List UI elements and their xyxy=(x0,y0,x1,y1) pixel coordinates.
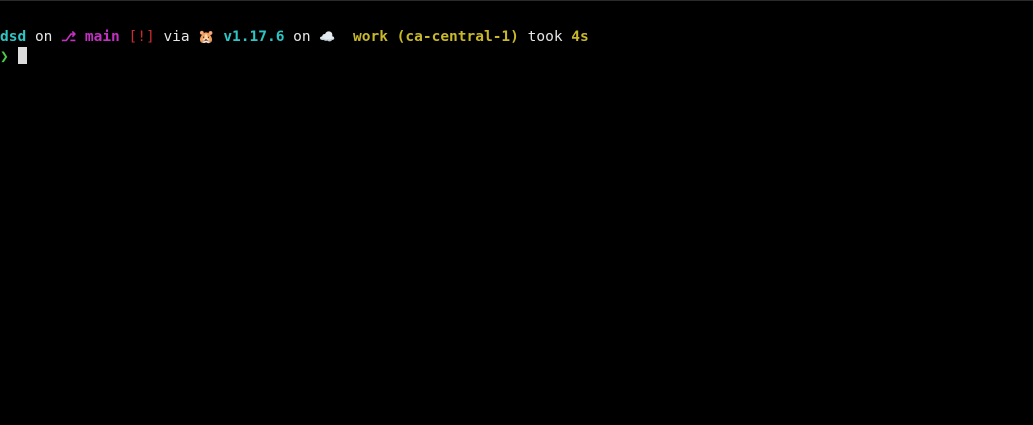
aws-profile: work (ca-central-1) xyxy=(353,29,519,45)
via-text: via xyxy=(163,29,190,45)
text-cursor[interactable] xyxy=(18,47,28,64)
go-gopher-icon: 🐹 xyxy=(198,30,215,45)
cloud-icon: ☁️ xyxy=(319,30,336,45)
git-branch-icon: ⎇ xyxy=(61,30,77,45)
prompt-character: ❯ xyxy=(0,49,9,65)
input-line[interactable]: ❯ xyxy=(0,47,28,66)
current-directory: dsd xyxy=(0,29,27,45)
on-text-2: on xyxy=(293,29,311,45)
go-version: v1.17.6 xyxy=(223,29,285,45)
terminal-window[interactable]: dsd on ⎇ main [!] via 🐹 v1.17.6 on ☁️ wo… xyxy=(0,0,1033,425)
git-status: [!] xyxy=(128,29,155,45)
git-branch: main xyxy=(84,29,120,45)
command-duration: 4s xyxy=(571,29,589,45)
prompt-info-line: dsd on ⎇ main [!] via 🐹 v1.17.6 on ☁️ wo… xyxy=(0,28,589,47)
on-text: on xyxy=(34,29,53,45)
took-text: took xyxy=(527,29,563,45)
